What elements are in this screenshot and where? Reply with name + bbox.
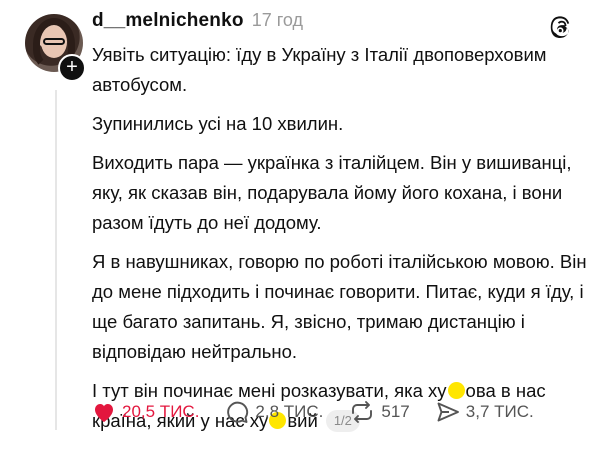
post-body: Уявіть ситуацію: їду в Україну з Італії … — [92, 40, 592, 445]
threads-logo-icon[interactable] — [550, 16, 572, 40]
heart-icon — [95, 404, 113, 422]
plus-icon[interactable]: + — [58, 54, 86, 82]
share-button[interactable]: 3,7 ТИС. — [436, 401, 534, 423]
post-text-segment: І тут він починає мені розказувати, яка … — [92, 380, 447, 401]
like-count: 20,5 ТИС. — [122, 402, 200, 421]
censor-mark — [447, 382, 465, 399]
post-paragraph: Зупинились усі на 10 хвилин. — [92, 113, 344, 134]
action-bar: 20,5 ТИС. 2,8 ТИС. 517 3,7 ТИС. — [92, 400, 534, 424]
thread-line — [55, 90, 57, 430]
like-button[interactable]: 20,5 ТИС. — [92, 401, 199, 423]
repost-icon — [352, 401, 373, 423]
post-paragraph: Я в навушниках, говорю по роботі італійс… — [92, 251, 587, 362]
comment-count: 2,8 ТИС. — [255, 402, 324, 421]
post-header: d__melnichenko 17 год — [92, 10, 303, 38]
post-paragraph: Уявіть ситуацію: їду в Україну з Італії … — [92, 44, 547, 95]
share-count: 3,7 ТИС. — [465, 402, 534, 421]
repost-button[interactable]: 517 — [349, 400, 410, 424]
timestamp: 17 год — [251, 10, 303, 30]
username[interactable]: d__melnichenko — [92, 10, 244, 32]
comment-button[interactable]: 2,8 ТИС. — [225, 400, 323, 424]
comment-icon — [227, 401, 249, 423]
share-icon — [437, 402, 459, 422]
post-paragraph: Виходить пара — українка з італійцем. Ві… — [92, 152, 572, 233]
repost-count: 517 — [381, 402, 410, 421]
